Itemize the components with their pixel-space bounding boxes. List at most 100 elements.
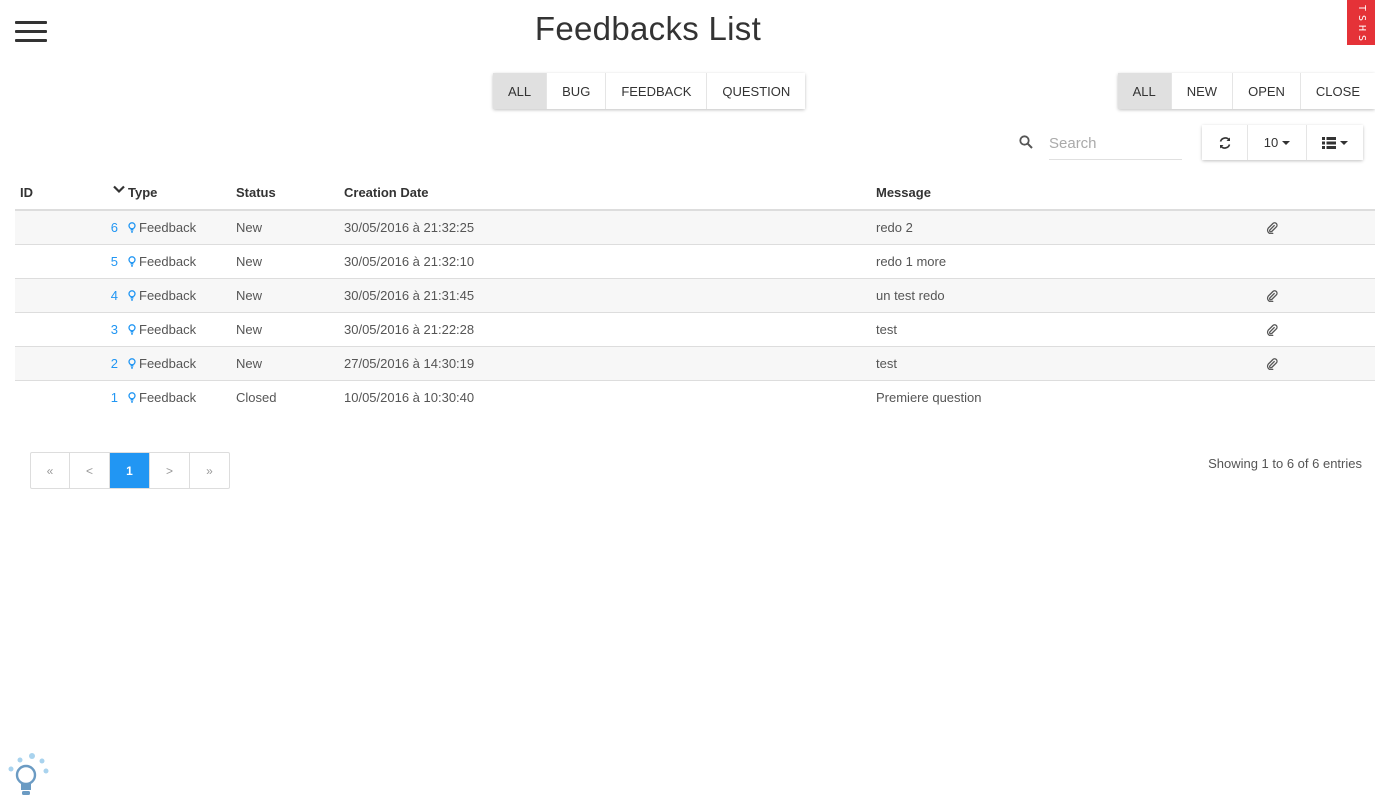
status-filter-new[interactable]: NEW xyxy=(1171,73,1234,109)
refresh-button[interactable] xyxy=(1202,125,1248,160)
table-body: 6 Feedback New 30/05/2016 à 21:32:25 redo 25… xyxy=(15,210,1375,414)
paperclip-icon[interactable] xyxy=(1266,358,1278,371)
cell-date: 30/05/2016 à 21:31:45 xyxy=(339,278,871,313)
pagination-summary: Showing 1 to 6 of 6 entries xyxy=(1208,456,1362,471)
cell-date: 27/05/2016 à 14:30:19 xyxy=(339,346,871,381)
cell-message: un test redo xyxy=(871,278,1261,313)
row-type-label: Feedback xyxy=(139,355,197,371)
cell-date: 30/05/2016 à 21:32:10 xyxy=(339,244,871,279)
cell-id: 3 xyxy=(15,312,123,347)
lightbulb-icon xyxy=(128,323,136,335)
column-header-attachment xyxy=(1261,176,1375,211)
cell-status: Closed xyxy=(236,389,277,405)
column-header-id-label: ID xyxy=(20,185,33,200)
row-id-link[interactable]: 1 xyxy=(111,390,118,405)
table-header-row: ID Type Status Creation Date Message xyxy=(15,176,1375,211)
row-id-link[interactable]: 3 xyxy=(111,322,118,337)
refresh-icon xyxy=(1219,136,1230,149)
page-title: Feedbacks List xyxy=(534,10,762,47)
search-icon xyxy=(1019,135,1033,149)
type-filter-feedback[interactable]: FEEDBACK xyxy=(606,73,708,109)
cell-id: 2 xyxy=(15,346,123,381)
page-next-button[interactable]: > xyxy=(150,453,190,488)
type-filter-all[interactable]: ALL xyxy=(493,73,548,109)
cell-message: redo 2 xyxy=(871,210,1261,245)
row-id-link[interactable]: 5 xyxy=(111,254,118,269)
cell-message: test xyxy=(871,346,1261,381)
cell-status: New xyxy=(231,346,339,381)
type-filter-question[interactable]: QUESTION xyxy=(707,73,806,109)
cell-type: Feedback xyxy=(123,380,231,414)
paperclip-icon[interactable] xyxy=(1266,222,1278,235)
cell-message: Premiere question xyxy=(876,389,982,405)
paperclip-icon[interactable] xyxy=(1266,324,1278,337)
paperclip-icon[interactable] xyxy=(1266,290,1278,303)
cell-date: 10/05/2016 à 10:30:40 xyxy=(344,389,475,405)
cell-date: 30/05/2016 à 21:32:25 xyxy=(339,210,871,245)
page-current-button[interactable]: 1 xyxy=(110,453,150,488)
cell-status: New xyxy=(231,244,339,279)
row-type-label: Feedback xyxy=(139,287,197,303)
column-header-status[interactable]: Status xyxy=(231,176,339,211)
row-id-link[interactable]: 4 xyxy=(111,288,118,303)
page-prev-button[interactable]: < xyxy=(70,453,110,488)
brand-logo: TSHS xyxy=(1347,0,1375,45)
pagination: « < 1 > » xyxy=(30,452,230,489)
cell-status: New xyxy=(231,278,339,313)
page-size-value: 10 xyxy=(1263,135,1279,150)
status-filter-all[interactable]: ALL xyxy=(1117,73,1172,109)
column-header-message[interactable]: Message xyxy=(871,176,1261,211)
column-header-type[interactable]: Type xyxy=(123,176,231,211)
cell-status: New xyxy=(231,312,339,347)
type-filter-group: ALL BUG FEEDBACK QUESTION xyxy=(493,73,806,109)
page-size-dropdown[interactable]: 10 xyxy=(1248,125,1307,160)
feedback-table: ID Type Status Creation Date Message 6 Fe… xyxy=(15,176,1375,414)
search-input[interactable] xyxy=(1049,128,1182,160)
table-row[interactable]: 4 Feedback New 30/05/2016 à 21:31:45 un test… xyxy=(15,278,1375,313)
cell-message: redo 1 more xyxy=(871,244,1261,279)
cell-attachment xyxy=(1261,278,1375,313)
type-filter-bug[interactable]: BUG xyxy=(547,73,607,109)
page-last-button[interactable]: » xyxy=(190,453,229,488)
lightbulb-icon xyxy=(128,221,136,233)
cell-id: 4 xyxy=(15,278,123,313)
row-type-label: Feedback xyxy=(139,389,197,405)
table-row[interactable]: 6 Feedback New 30/05/2016 à 21:32:25 redo 2 xyxy=(15,210,1375,245)
row-id-link[interactable]: 6 xyxy=(111,220,118,235)
cell-attachment xyxy=(1261,210,1375,245)
status-filter-close[interactable]: CLOSE xyxy=(1300,73,1375,109)
cell-type: Feedback xyxy=(123,210,231,245)
caret-down-icon xyxy=(1282,140,1291,145)
cell-message: test xyxy=(871,312,1261,347)
cell-type: Feedback xyxy=(123,312,231,347)
feedback-lightbulb-icon[interactable] xyxy=(6,752,50,798)
cell-type: Feedback xyxy=(123,244,231,279)
cell-status: New xyxy=(231,210,339,245)
row-type-label: Feedback xyxy=(139,219,197,235)
cell-attachment xyxy=(1261,380,1375,414)
cell-id: 6 xyxy=(15,210,123,245)
cell-type: Feedback xyxy=(123,346,231,381)
cell-attachment xyxy=(1261,244,1375,279)
table-row[interactable]: 2 Feedback New 27/05/2016 à 14:30:19 test xyxy=(15,346,1375,381)
status-filter-open[interactable]: OPEN xyxy=(1233,73,1301,109)
column-header-id[interactable]: ID xyxy=(15,176,125,211)
columns-dropdown[interactable] xyxy=(1307,125,1363,160)
cell-date: 30/05/2016 à 21:22:28 xyxy=(339,312,871,347)
row-type-label: Feedback xyxy=(139,253,197,269)
row-id-link[interactable]: 2 xyxy=(111,356,118,371)
cell-attachment xyxy=(1261,312,1375,347)
lightbulb-icon xyxy=(128,391,136,403)
row-type-label: Feedback xyxy=(139,321,197,337)
column-header-date[interactable]: Creation Date xyxy=(339,176,871,211)
table-row[interactable]: 3 Feedback New 30/05/2016 à 21:22:28 test xyxy=(15,312,1375,347)
table-row[interactable]: 5 Feedback New 30/05/2016 à 21:32:10 redo 1 … xyxy=(15,244,1375,279)
caret-down-icon xyxy=(1340,140,1348,145)
table-row[interactable]: 1 Feedback Closed 10/05/2016 à 10:30:40 Prem… xyxy=(15,380,1375,414)
cell-id: 5 xyxy=(15,244,123,279)
status-filter-group: ALL NEW OPEN CLOSE xyxy=(1117,73,1375,109)
list-icon xyxy=(1322,136,1336,149)
cell-type: Feedback xyxy=(123,278,231,313)
lightbulb-icon xyxy=(128,289,136,301)
page-first-button[interactable]: « xyxy=(31,453,70,488)
